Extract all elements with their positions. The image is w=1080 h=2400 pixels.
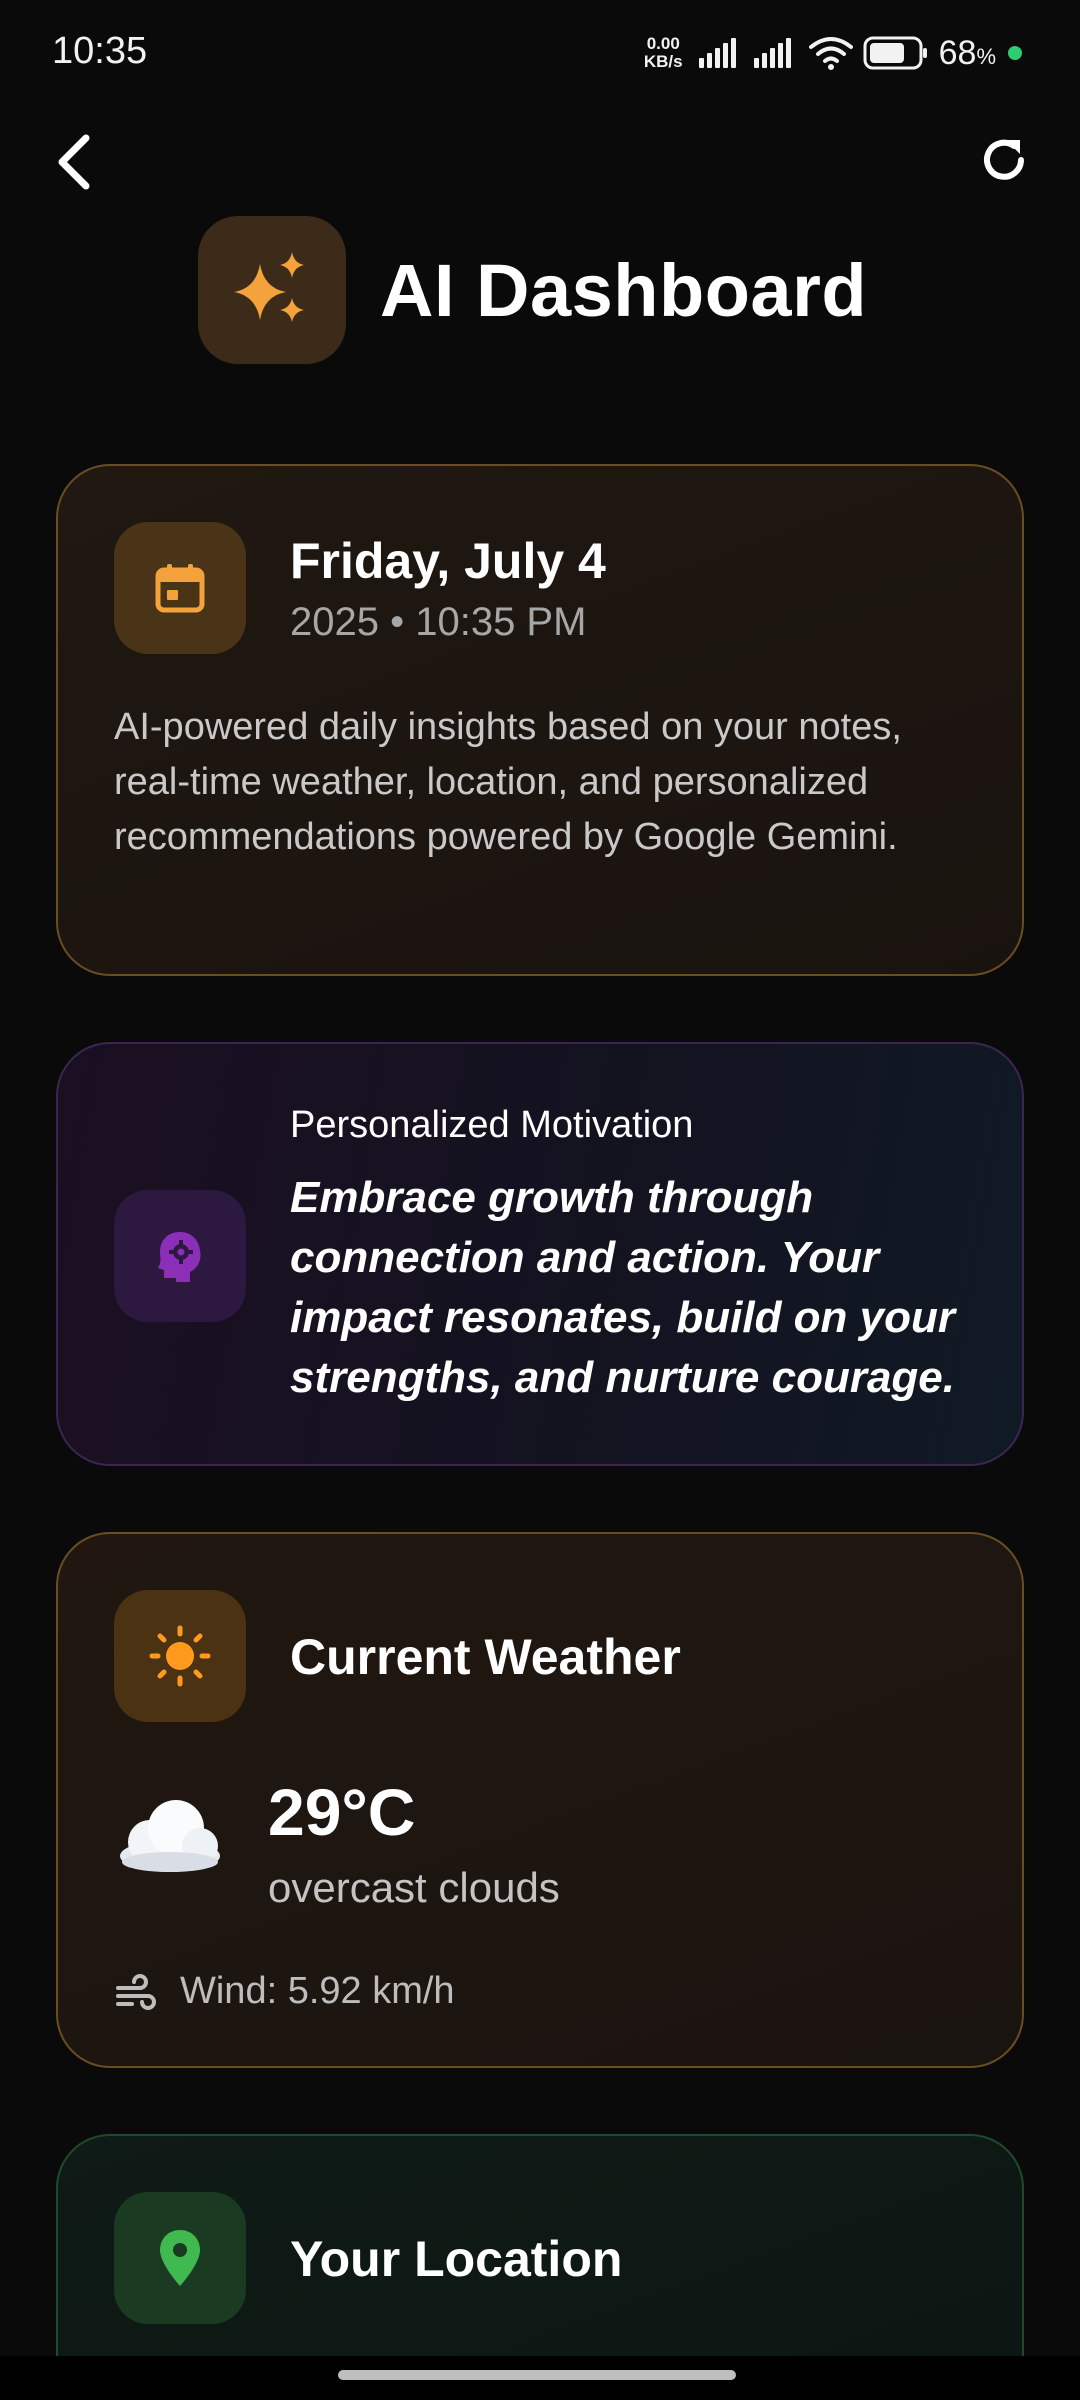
location-title: Your Location [290, 2231, 623, 2287]
page-header: AI Dashboard [198, 216, 867, 364]
navigation-bar [0, 2356, 1080, 2400]
battery-icon [863, 36, 929, 70]
home-indicator[interactable] [338, 2370, 736, 2380]
battery-value: 68 [938, 33, 977, 72]
signal-icon [753, 38, 791, 68]
battery-percent-symbol: % [976, 43, 996, 69]
status-icons: 0.00 KB/s 68% [644, 30, 1022, 76]
network-speed: 0.00 KB/s [644, 35, 683, 71]
status-time: 10:35 [52, 30, 148, 72]
dashboard-description: AI-powered daily insights based on your … [114, 706, 902, 858]
weather-condition: overcast clouds [268, 1864, 560, 1911]
location-pin-icon [114, 2192, 246, 2324]
sparkles-icon [198, 216, 346, 364]
privacy-indicator-dot [1008, 46, 1022, 60]
battery-percentage: 68% [939, 34, 996, 73]
wifi-icon [808, 35, 853, 71]
refresh-button[interactable] [964, 120, 1044, 200]
calendar-icon [114, 522, 246, 654]
motivation-label: Personalized Motivation [290, 1104, 694, 1146]
wind-icon [114, 1974, 156, 2016]
cloud-icon [114, 1790, 224, 1876]
date-card: Friday, July 4 2025 • 10:35 PM AI-powere… [56, 464, 1024, 976]
motivation-card: Personalized Motivation Embrace growth t… [56, 1042, 1024, 1466]
signal-icon [698, 38, 736, 68]
back-button[interactable] [36, 124, 112, 200]
weather-title: Current Weather [290, 1629, 681, 1685]
refresh-icon [984, 139, 1024, 180]
temperature: 29°C [268, 1775, 416, 1849]
status-bar: 10:35 0.00 KB/s 68% [0, 0, 1080, 104]
chevron-left-icon [58, 134, 90, 190]
motivation-quote: Embrace growth through connection and ac… [290, 1173, 956, 1402]
brain-gear-icon [114, 1190, 246, 1322]
weather-card: Current Weather 29°C overcast clouds Win… [56, 1532, 1024, 2068]
sun-icon [114, 1590, 246, 1722]
wind-speed: Wind: 5.92 km/h [180, 1970, 455, 2012]
network-speed-unit: KB/s [643, 52, 683, 71]
date-title: Friday, July 4 [290, 533, 606, 589]
date-subtitle: 2025 • 10:35 PM [290, 600, 587, 644]
page-title: AI Dashboard [380, 248, 868, 332]
network-speed-value: 0.00 [646, 34, 680, 53]
